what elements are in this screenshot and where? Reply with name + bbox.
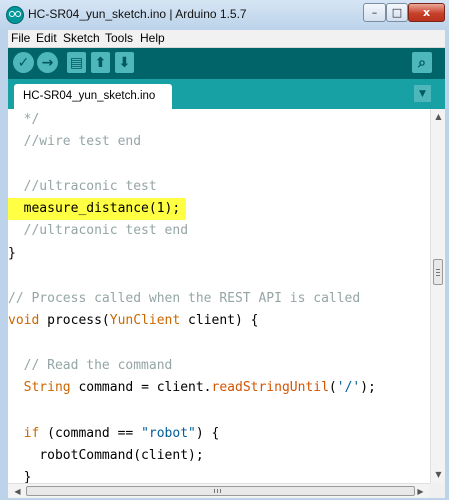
arduino-logo-icon — [6, 6, 24, 24]
scrollbar-corner — [430, 483, 445, 498]
menu-bar: File Edit Sketch Tools Help — [8, 30, 445, 48]
code-editor[interactable]: */ //wire test end //ultraconic test mea… — [8, 109, 430, 483]
save-button[interactable]: ⬇ — [115, 52, 134, 73]
tab-sketch[interactable]: HC-SR04_yun_sketch.ino — [14, 84, 172, 109]
vertical-scrollbar[interactable]: ▲ ▼ — [430, 109, 445, 483]
code-line: // Read the command — [23, 358, 173, 373]
code-line: //wire test end — [23, 134, 142, 149]
code-line: //ultraconic test — [23, 179, 157, 194]
menu-tools[interactable]: Tools — [105, 31, 133, 45]
serial-monitor-button[interactable]: ⌕ — [412, 52, 432, 73]
scroll-down-arrow-icon[interactable]: ▼ — [431, 467, 446, 481]
tab-bar: HC-SR04_yun_sketch.ino — [8, 79, 445, 109]
verify-button[interactable]: ✓ — [13, 52, 34, 73]
code-line: String command = client.readStringUntil(… — [23, 380, 376, 395]
horizontal-scroll-thumb[interactable] — [26, 486, 415, 496]
checkmark-icon: ✓ — [17, 54, 30, 71]
arrow-right-icon: → — [41, 54, 54, 71]
code-line: if (command == "robot") { — [23, 426, 220, 441]
menu-help[interactable]: Help — [140, 31, 165, 45]
scroll-left-arrow-icon[interactable]: ◀ — [10, 484, 25, 498]
scroll-up-arrow-icon[interactable]: ▲ — [431, 109, 446, 123]
minimize-icon: – — [371, 6, 378, 19]
code-line: // Process called when the REST API is c… — [8, 291, 361, 306]
magnifier-icon: ⌕ — [418, 54, 426, 71]
tab-menu-button[interactable]: ▼ — [414, 85, 431, 102]
code-line: void process(YunClient client) { — [8, 313, 259, 328]
close-button[interactable]: x — [408, 3, 445, 22]
open-button[interactable]: ⬆ — [91, 52, 110, 73]
tab-label: HC-SR04_yun_sketch.ino — [23, 90, 156, 102]
menu-edit[interactable]: Edit — [36, 31, 57, 45]
code-line: } — [23, 470, 32, 483]
minimize-button[interactable]: – — [363, 3, 386, 22]
code-line: } — [8, 246, 16, 261]
scroll-right-arrow-icon[interactable]: ▶ — [413, 484, 428, 498]
upload-button[interactable]: → — [37, 52, 58, 73]
close-icon: x — [422, 6, 431, 19]
vertical-scroll-thumb[interactable] — [433, 259, 443, 285]
code-line: robotCommand(client); — [39, 448, 204, 463]
new-sketch-button[interactable]: ▤ — [67, 52, 86, 73]
code-line: measure_distance(1); — [23, 201, 181, 216]
maximize-button[interactable]: □ — [386, 3, 408, 22]
arrow-up-icon: ⬆ — [94, 54, 107, 71]
code-line: //ultraconic test end — [23, 223, 189, 238]
new-file-icon: ▤ — [69, 54, 84, 71]
code-line: */ — [23, 112, 40, 127]
triangle-down-icon: ▼ — [419, 88, 426, 99]
menu-sketch[interactable]: Sketch — [63, 31, 100, 45]
horizontal-scrollbar[interactable]: ◀ ▶ — [8, 483, 430, 498]
window-title: HC-SR04_yun_sketch.ino | Arduino 1.5.7 — [28, 7, 247, 21]
menu-file[interactable]: File — [11, 31, 30, 45]
arrow-down-icon: ⬇ — [118, 54, 131, 71]
maximize-icon: □ — [391, 6, 403, 19]
